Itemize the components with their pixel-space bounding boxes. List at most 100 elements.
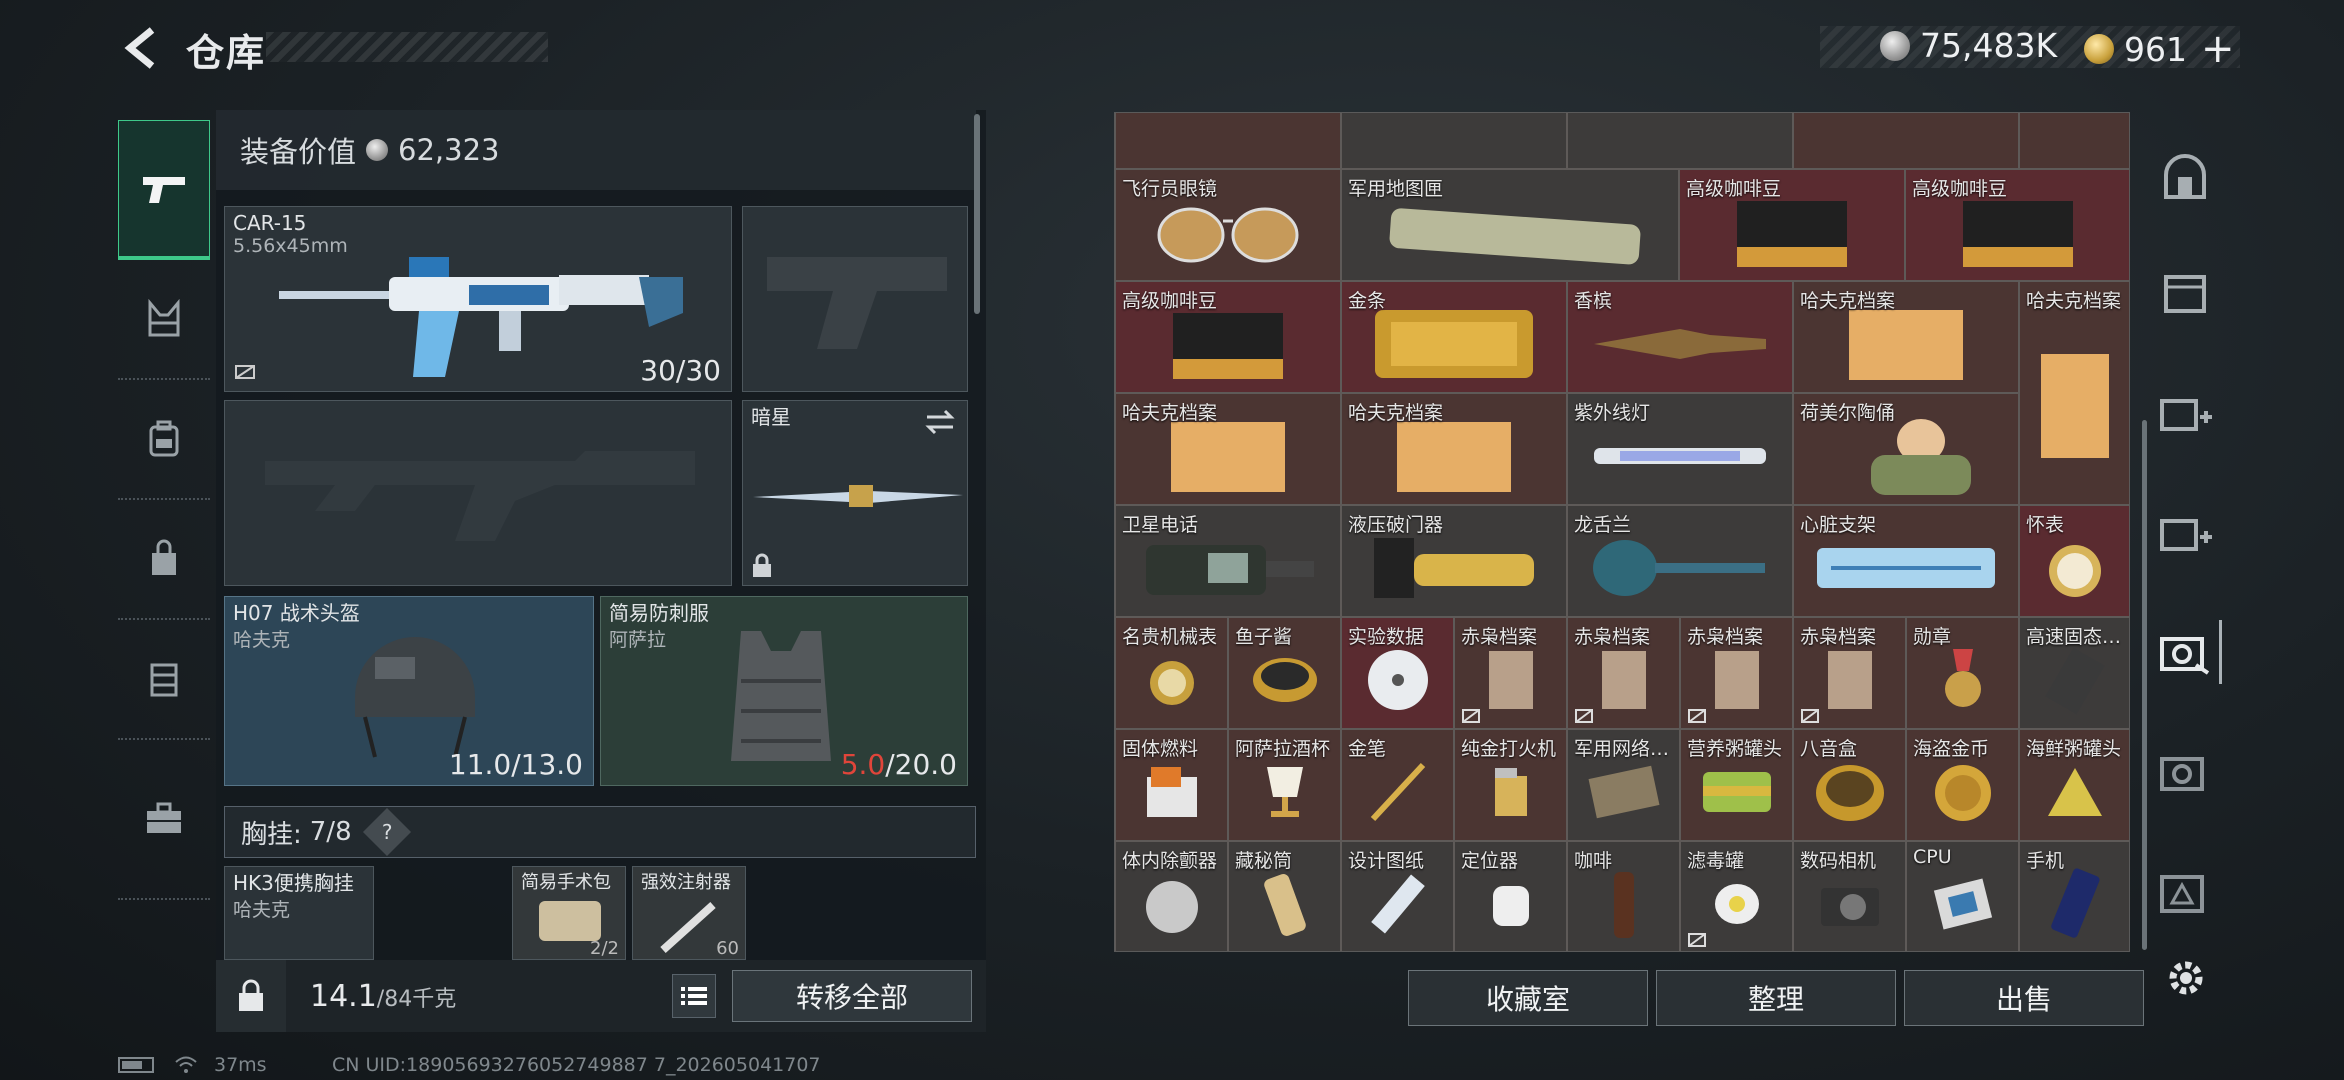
storage-item-locator[interactable]: 定位器 — [1454, 841, 1567, 951]
unlocked-icon — [1688, 709, 1706, 723]
help-icon[interactable]: ? — [362, 807, 411, 857]
storage-item-blueprint[interactable]: 设计图纸 — [1341, 841, 1454, 951]
sell-button[interactable]: 出售 — [1904, 970, 2144, 1026]
swap-icon[interactable] — [923, 407, 957, 437]
injector-slot[interactable]: 强效注射器 60 — [632, 866, 746, 960]
storage-item-partial[interactable] — [2019, 113, 2129, 169]
storage-item-military-network[interactable]: 军用网络… — [1567, 729, 1680, 841]
lock-button[interactable] — [216, 960, 286, 1032]
primary-weapon-slot[interactable]: CAR-15 5.56x45mm 30/30 — [224, 206, 732, 392]
tab-valuables-5[interactable] — [2150, 732, 2220, 812]
storage-item-haavk-file[interactable]: 哈夫克档案 — [1341, 393, 1567, 505]
coin-image — [1934, 764, 1991, 821]
back-button[interactable] — [112, 20, 172, 76]
equipment-scrollbar[interactable] — [974, 114, 980, 314]
nav-armor-plate[interactable] — [118, 620, 210, 740]
storage-scrollbar[interactable] — [2142, 420, 2147, 950]
pocket-watch-image — [2049, 544, 2101, 597]
pen-image — [1370, 762, 1425, 821]
storage-item-porridge-can[interactable]: 营养粥罐头 — [1680, 729, 1793, 841]
add-currency-icon[interactable]: + — [2201, 26, 2235, 72]
collection-room-button[interactable]: 收藏室 — [1408, 970, 1648, 1026]
storage-item-ssd[interactable]: 高速固态… — [2019, 617, 2129, 729]
storage-item-cpu[interactable]: CPU — [1906, 841, 2019, 951]
lock-icon — [753, 553, 771, 577]
storage-item-red-owl-file[interactable]: 赤枭档案 — [1680, 617, 1793, 729]
storage-item-seafood-can[interactable]: 海鲜粥罐头 — [2019, 729, 2129, 841]
storage-item-champagne[interactable]: 香槟 — [1567, 281, 1793, 393]
list-view-button[interactable] — [672, 974, 716, 1018]
chest-rig-slot[interactable]: HK3便携胸挂 哈夫克 — [224, 866, 374, 960]
storage-item-map-case[interactable]: 军用地图匣 — [1341, 169, 1679, 281]
nav-chest-rig[interactable] — [118, 260, 210, 380]
nav-case[interactable] — [118, 740, 210, 900]
storage-item-music-box[interactable]: 八音盒 — [1793, 729, 1906, 841]
storage-item-tequila[interactable]: 龙舌兰 — [1567, 505, 1793, 617]
storage-item-figurine[interactable]: 荷美尔陶俑 — [1793, 393, 2019, 505]
storage-item-haavk-file[interactable]: 哈夫克档案 — [1793, 281, 2019, 393]
storage-item-defibrillator[interactable]: 体内除颤器 — [1115, 841, 1228, 951]
pistol-slot[interactable] — [742, 206, 968, 392]
storage-item-red-owl-file[interactable]: 赤枭档案 — [1567, 617, 1680, 729]
storage-item-phone[interactable]: 手机 — [2019, 841, 2129, 951]
rifle-placeholder-icon — [265, 451, 695, 541]
storage-item-partial[interactable] — [1341, 113, 1567, 169]
storage-item-coffee-beans[interactable]: 高级咖啡豆 — [1115, 281, 1341, 393]
storage-item-gold-bar[interactable]: 金条 — [1341, 281, 1567, 393]
gold-currency[interactable]: 961 + — [2084, 26, 2235, 72]
storage-item-caviar[interactable]: 鱼子酱 — [1228, 617, 1341, 729]
surgery-kit-slot[interactable]: 简易手术包 2/2 — [512, 866, 626, 960]
storage-item-red-owl-file[interactable]: 赤枭档案 — [1793, 617, 1906, 729]
storage-item-satellite-phone[interactable]: 卫星电话 — [1115, 505, 1341, 617]
storage-item-aviator-glasses[interactable]: 飞行员眼镜 — [1115, 169, 1341, 281]
storage-item-haavk-file[interactable]: 哈夫克档案 — [1115, 393, 1341, 505]
tab-storage-misc[interactable] — [2150, 852, 2220, 932]
storage-item-medal[interactable]: 勋章 — [1906, 617, 2019, 729]
storage-item-cryptex[interactable]: 藏秘筒 — [1228, 841, 1341, 951]
secondary-weapon-slot[interactable] — [224, 400, 732, 586]
storage-item-pocket-watch[interactable]: 怀表 — [2019, 505, 2129, 617]
nav-backpack[interactable] — [118, 380, 210, 500]
sort-button[interactable]: 整理 — [1656, 970, 1896, 1026]
ping: 37ms — [214, 1054, 267, 1076]
storage-item-partial[interactable] — [1567, 113, 1793, 169]
transfer-all-button[interactable]: 转移全部 — [732, 970, 972, 1022]
left-nav — [118, 108, 210, 1008]
storage-item-hydraulic-breacher[interactable]: 液压破门器 — [1341, 505, 1567, 617]
tab-home[interactable] — [2150, 138, 2220, 218]
tab-storage-add-1[interactable] — [2150, 372, 2220, 452]
storage-item-haavk-file[interactable]: 哈夫克档案 — [2019, 281, 2129, 505]
nav-weapons[interactable] — [118, 120, 210, 260]
syringe-image — [660, 902, 716, 953]
melee-slot[interactable]: 暗星 — [742, 400, 968, 586]
storage-item-coffee-beans[interactable]: 高级咖啡豆 — [1905, 169, 2129, 281]
storage-item-digital-camera[interactable]: 数码相机 — [1793, 841, 1906, 951]
tab-storage-1[interactable] — [2150, 252, 2220, 332]
storage-item-uv-lamp[interactable]: 紫外线灯 — [1567, 393, 1793, 505]
body-armor-slot[interactable]: 简易防刺服 阿萨拉 5.0/20.0 — [600, 596, 968, 786]
storage-item-experiment-data[interactable]: 实验数据 — [1341, 617, 1454, 729]
helmet-slot[interactable]: H07 战术头盔 哈夫克 11.0/13.0 — [224, 596, 594, 786]
storage-item-solid-fuel[interactable]: 固体燃料 — [1115, 729, 1228, 841]
storage-item-pirate-coin[interactable]: 海盗金币 — [1906, 729, 2019, 841]
storage-item-partial[interactable] — [1793, 113, 2019, 169]
storage-item-coffee-beans[interactable]: 高级咖啡豆 — [1679, 169, 1905, 281]
gold-bar-image — [1375, 309, 1533, 378]
fuel-image — [1146, 766, 1197, 817]
unlocked-icon — [1462, 709, 1480, 723]
storage-item-luxury-watch[interactable]: 名贵机械表 — [1115, 617, 1228, 729]
settings-button[interactable] — [2156, 948, 2216, 1008]
storage-item-partial[interactable] — [1115, 113, 1341, 169]
storage-item-filter-canister[interactable]: 滤毒罐 — [1680, 841, 1793, 951]
filter-canister-image — [1714, 883, 1759, 924]
storage-item-heart-stent[interactable]: 心脏支架 — [1793, 505, 2019, 617]
tab-storage-add-4[interactable] — [2150, 492, 2220, 572]
storage-item-red-owl-file[interactable]: 赤枭档案 — [1454, 617, 1567, 729]
storage-item-gold-lighter[interactable]: 纯金打火机 — [1454, 729, 1567, 841]
unlocked-icon — [1801, 709, 1819, 723]
storage-item-asala-cup[interactable]: 阿萨拉酒杯 — [1228, 729, 1341, 841]
nav-pouch[interactable] — [118, 500, 210, 620]
storage-item-coffee[interactable]: 咖啡 — [1567, 841, 1680, 951]
storage-item-gold-pen[interactable]: 金笔 — [1341, 729, 1454, 841]
tab-valuables[interactable] — [2150, 612, 2222, 692]
